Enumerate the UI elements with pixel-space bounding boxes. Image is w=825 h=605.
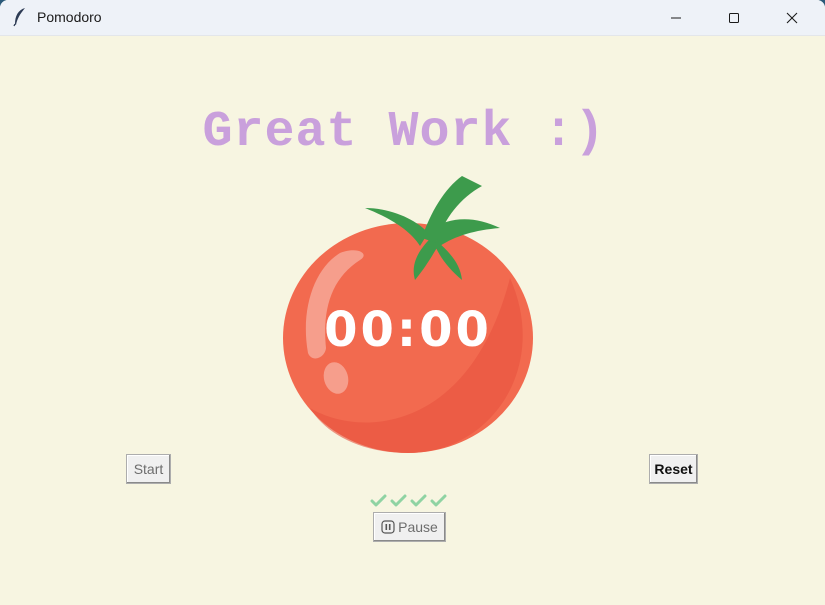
- feather-icon: [13, 8, 25, 27]
- check-icon: [410, 494, 427, 507]
- maximize-button[interactable]: [705, 0, 763, 35]
- check-icon: [390, 494, 407, 507]
- minimize-icon: [671, 17, 681, 18]
- pause-icon: [381, 520, 395, 534]
- close-icon: [786, 12, 798, 23]
- timer-display: 00:00: [324, 302, 492, 358]
- maximize-icon: [729, 12, 739, 23]
- status-heading: Great Work :): [202, 104, 606, 161]
- start-button[interactable]: Start: [126, 454, 171, 484]
- check-icon: [370, 494, 387, 507]
- reset-button[interactable]: Reset: [649, 454, 698, 484]
- completed-sessions: [370, 492, 452, 510]
- pause-button[interactable]: Pause: [373, 512, 446, 542]
- check-icon: [430, 494, 447, 507]
- close-button[interactable]: [763, 0, 821, 35]
- pause-label: Pause: [398, 519, 438, 535]
- app-window: Pomodoro Great Work :) 00:00 Start Reset…: [0, 0, 825, 605]
- minimize-button[interactable]: [647, 0, 705, 35]
- title-bar[interactable]: Pomodoro: [0, 0, 825, 36]
- window-title: Pomodoro: [37, 9, 102, 25]
